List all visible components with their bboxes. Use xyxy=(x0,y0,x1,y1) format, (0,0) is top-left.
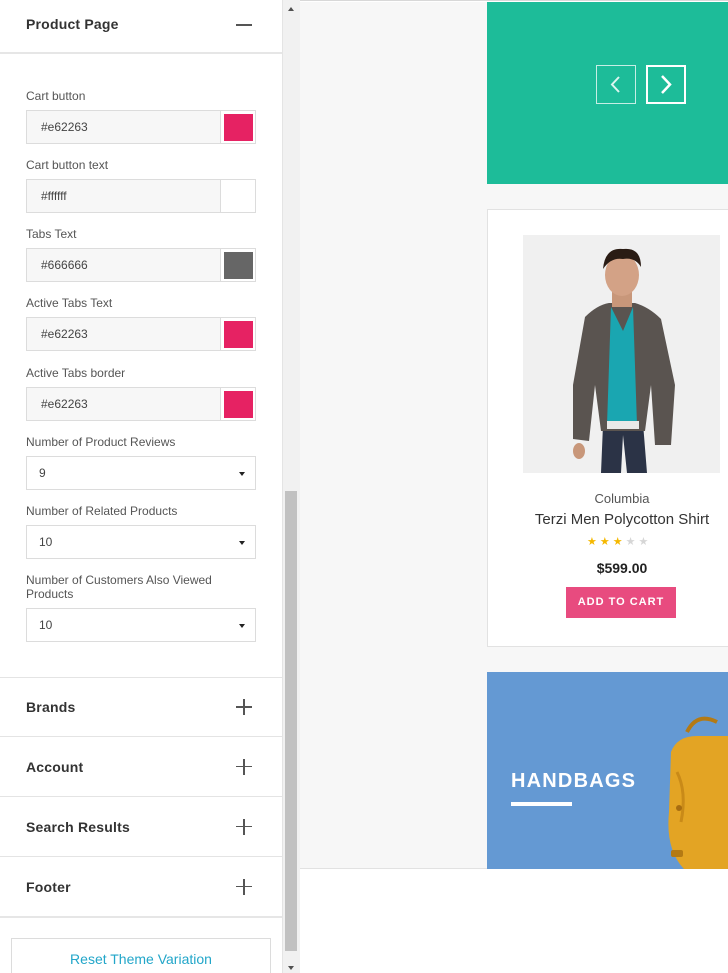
add-to-cart-button[interactable]: ADD TO CART xyxy=(566,587,676,618)
product-photo xyxy=(523,235,720,473)
handbag-image xyxy=(668,716,728,869)
product-reviews-label: Number of Product Reviews xyxy=(26,435,176,449)
section-product-page[interactable]: Product Page xyxy=(0,0,282,54)
product-card[interactable]: Columbia Terzi Men Polycotton Shirt ★ ★ … xyxy=(487,209,728,647)
cart-button-text-color-field[interactable]: #ffffff xyxy=(26,179,256,213)
star-empty-icon: ★ xyxy=(638,536,649,548)
color-swatch xyxy=(223,113,253,141)
minus-icon[interactable] xyxy=(235,16,253,34)
star-filled-icon: ★ xyxy=(587,536,597,548)
color-swatch-button[interactable] xyxy=(220,111,255,143)
product-brand[interactable]: Columbia xyxy=(488,491,728,506)
star-filled-icon: ★ xyxy=(599,536,610,548)
plus-icon[interactable] xyxy=(235,758,253,776)
banner-title: HANDBAGS xyxy=(511,770,637,792)
chevron-right-icon xyxy=(661,75,672,94)
store-preview: Columbia Terzi Men Polycotton Shirt ★ ★ … xyxy=(300,0,728,973)
panel-scrollbar[interactable] xyxy=(283,0,300,973)
theme-settings-panel: Product Page Cart button #e62263 Cart bu… xyxy=(0,0,283,973)
related-products-label: Number of Related Products xyxy=(26,504,178,518)
active-tabs-text-color-field[interactable]: #e62263 xyxy=(26,317,256,351)
section-title: Search Results xyxy=(26,818,130,835)
slider-next-button[interactable] xyxy=(646,65,686,104)
color-value[interactable]: #666666 xyxy=(27,249,220,281)
plus-icon[interactable] xyxy=(235,698,253,716)
product-rating: ★ ★ ★ ★ ★ xyxy=(587,537,648,548)
active-tabs-border-label: Active Tabs border xyxy=(26,366,126,380)
color-swatch-button[interactable] xyxy=(220,318,255,350)
chevron-left-icon xyxy=(610,76,620,93)
section-footer[interactable]: Footer xyxy=(0,857,282,918)
scrollbar-thumb[interactable] xyxy=(285,491,297,951)
color-value[interactable]: #e62263 xyxy=(27,318,220,350)
cart-button-color-field[interactable]: #e62263 xyxy=(26,110,256,144)
customers-also-viewed-select[interactable]: 10 xyxy=(26,608,256,642)
color-swatch-button[interactable] xyxy=(220,249,255,281)
star-empty-icon: ★ xyxy=(625,536,636,548)
active-tabs-text-label: Active Tabs Text xyxy=(26,296,113,310)
select-value: 10 xyxy=(39,618,53,632)
section-brands[interactable]: Brands xyxy=(0,677,282,737)
product-image[interactable] xyxy=(523,235,720,473)
color-swatch-button[interactable] xyxy=(220,388,255,420)
cart-button-text-label: Cart button text xyxy=(26,158,109,172)
slider-prev-button[interactable] xyxy=(596,65,636,104)
color-value[interactable]: #e62263 xyxy=(27,388,220,420)
color-swatch xyxy=(223,182,253,210)
select-value: 10 xyxy=(39,535,53,549)
related-products-select[interactable]: 10 xyxy=(26,525,256,559)
hero-slider xyxy=(487,2,728,184)
scroll-up-arrow-icon[interactable] xyxy=(288,7,294,11)
banner-underline xyxy=(511,802,572,806)
select-value: 9 xyxy=(39,466,46,480)
customers-also-viewed-label: Number of Customers Also Viewed Products xyxy=(26,573,212,601)
caret-down-icon xyxy=(239,472,245,476)
product-reviews-select[interactable]: 9 xyxy=(26,456,256,490)
handbags-banner[interactable]: HANDBAGS xyxy=(487,672,728,869)
section-title: Account xyxy=(26,758,84,775)
caret-down-icon xyxy=(239,624,245,628)
color-swatch xyxy=(223,320,253,348)
section-title: Brands xyxy=(26,699,76,715)
reset-theme-variation-button[interactable]: Reset Theme Variation xyxy=(11,938,271,973)
section-account[interactable]: Account xyxy=(0,737,282,797)
color-swatch-button[interactable] xyxy=(220,180,255,212)
plus-icon[interactable] xyxy=(235,818,253,836)
cart-button-label: Cart button xyxy=(26,89,86,103)
color-value[interactable]: #e62263 xyxy=(27,111,220,143)
tabs-text-label: Tabs Text xyxy=(26,227,77,241)
section-search-results[interactable]: Search Results xyxy=(0,797,282,857)
product-name[interactable]: Terzi Men Polycotton Shirt xyxy=(488,511,728,528)
color-swatch xyxy=(223,390,253,418)
product-price: $599.00 xyxy=(596,560,648,576)
color-swatch xyxy=(223,251,253,279)
scroll-down-arrow-icon[interactable] xyxy=(288,966,294,970)
color-value[interactable]: #ffffff xyxy=(27,180,220,212)
tabs-text-color-field[interactable]: #666666 xyxy=(26,248,256,282)
section-title: Product Page xyxy=(26,16,119,32)
active-tabs-border-color-field[interactable]: #e62263 xyxy=(26,387,256,421)
section-title: Footer xyxy=(26,878,71,895)
plus-icon[interactable] xyxy=(235,878,253,896)
caret-down-icon xyxy=(239,541,245,545)
star-filled-icon: ★ xyxy=(612,536,623,548)
